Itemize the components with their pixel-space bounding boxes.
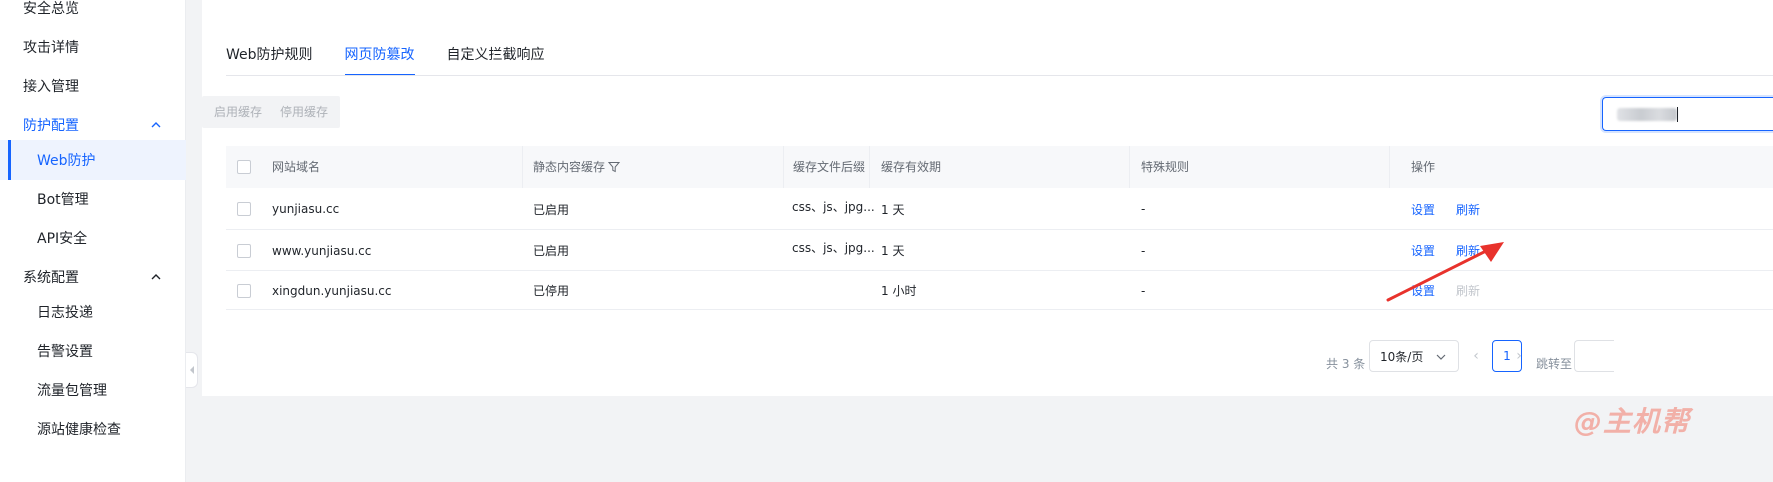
cell-cache-ttl: 1 小时 [881,284,917,298]
header-special-rules: 特殊规则 [1141,160,1190,174]
cell-cache-status: 已启用 [533,202,570,217]
chevron-down-icon [1436,354,1446,360]
tab-web-protection-rules[interactable]: Web防护规则 [226,40,313,76]
cell-domain: yunjiasu.cc [272,202,340,216]
sidebar-item-label: 接入管理 [23,79,79,95]
sidebar-group-protection-config[interactable]: 防护配置 [0,105,186,145]
cell-special-rule: - [1141,243,1146,258]
column-divider [783,146,784,188]
sidebar-item-label: 源站健康检查 [37,422,121,438]
sidebar-item-label: 告警设置 [37,344,93,360]
cell-cache-ttl: 1 天 [881,202,905,217]
sidebar-item-label: API安全 [37,231,88,247]
row-checkbox[interactable] [237,188,251,230]
tabs-divider [226,75,1773,76]
redacted-search-text [1617,108,1677,121]
chevron-up-icon [151,122,161,128]
sidebar-item-alert-settings[interactable]: 告警设置 [0,331,186,371]
sidebar-item-api-security[interactable]: API安全 [0,218,186,258]
sidebar-group-system-config[interactable]: 系统配置 [0,257,186,297]
sidebar-item-label: 流量包管理 [37,383,107,399]
sidebar-item-origin-health-check[interactable]: 源站健康检查 [0,409,186,449]
cell-special-rule: - [1141,283,1146,298]
filter-icon[interactable] [608,161,620,173]
table-row: yunjiasu.cc 已启用 css、js、jpg... 1 天 - 设置 刷… [226,188,1773,230]
main-panel: Web防护规则 网页防篡改 自定义拦截响应 启用缓存 停用缓存 网站域名 静态内… [202,0,1773,396]
sidebar-item-label: 日志投递 [37,305,93,321]
table-row: xingdun.yunjiasu.cc 已停用 1 小时 - 设置 刷新 [226,271,1773,310]
sidebar-item-label: Bot管理 [37,192,89,208]
refresh-link[interactable]: 刷新 [1456,188,1480,230]
sidebar-item-label: 防护配置 [23,118,79,134]
jump-to-input[interactable] [1574,340,1614,372]
cell-cache-suffix: css、js、jpg... [792,199,875,214]
tab-custom-block-response[interactable]: 自定义拦截响应 [447,40,545,76]
cell-domain: www.yunjiasu.cc [272,243,372,258]
enable-cache-button[interactable]: 启用缓存 [202,96,275,128]
page-size-value: 10条/页 [1380,349,1424,364]
tab-web-tamper-protection[interactable]: 网页防篡改 [344,40,415,76]
annotation-arrow-icon [1386,242,1504,302]
sidebar-item-log-delivery[interactable]: 日志投递 [0,292,186,332]
header-static-cache: 静态内容缓存 [533,146,605,188]
text-cursor [1677,107,1678,122]
cell-cache-suffix: css、js、jpg... [792,241,875,255]
chevron-up-icon [151,274,161,280]
cell-cache-ttl: 1 天 [881,244,905,258]
header-cache-suffix: 缓存文件后缀 [793,160,866,174]
page-size-select[interactable]: 10条/页 [1369,340,1459,372]
sidebar-item-security-overview[interactable]: 安全总览 [0,0,186,28]
sidebar-item-bot-management[interactable]: Bot管理 [0,179,186,219]
column-divider [1389,146,1390,188]
column-divider [522,146,523,188]
prev-page-button[interactable]: ‹ [1464,340,1488,372]
column-divider [869,146,870,188]
table-row: www.yunjiasu.cc 已启用 css、js、jpg... 1 天 - … [226,230,1773,271]
select-all-checkbox[interactable] [237,160,251,174]
column-divider [1129,146,1130,188]
chevron-left-icon [189,366,194,374]
tab-bar: Web防护规则 网页防篡改 自定义拦截响应 [226,40,577,76]
sidebar-item-access-management[interactable]: 接入管理 [0,66,186,106]
cell-domain: xingdun.yunjiasu.cc [272,283,392,298]
sidebar-item-web-protection[interactable]: Web防护 [0,140,186,180]
search-input[interactable] [1602,97,1773,131]
disable-cache-button[interactable]: 停用缓存 [268,96,341,128]
row-checkbox[interactable] [237,230,251,271]
sidebar: 安全总览 攻击详情 接入管理 防护配置 Web防护 Bot管理 API安全 系统… [0,0,186,482]
sidebar-item-label: 系统配置 [23,270,79,286]
header-cache-ttl: 缓存有效期 [881,160,942,174]
settings-link[interactable]: 设置 [1411,188,1435,230]
cell-special-rule: - [1141,202,1146,216]
header-static-cache-label: 静态内容缓存 [533,160,606,174]
pagination-total: 共 3 条 [1326,357,1366,371]
row-checkbox[interactable] [237,271,251,310]
sidebar-collapse-handle[interactable] [186,352,198,388]
next-page-button[interactable]: › [1507,340,1531,372]
sidebar-item-label: 攻击详情 [23,40,79,56]
header-domain: 网站域名 [272,160,321,174]
jump-to-label: 跳转至 [1536,357,1573,371]
table-header: 网站域名 静态内容缓存 缓存文件后缀 缓存有效期 特殊规则 操作 [226,146,1773,188]
sidebar-item-attack-details[interactable]: 攻击详情 [0,27,186,67]
cell-cache-status: 已启用 [533,244,570,258]
header-actions: 操作 [1411,160,1436,174]
sidebar-item-label: Web防护 [37,153,96,169]
sidebar-item-label: 安全总览 [23,1,79,17]
cell-cache-status: 已停用 [533,284,570,298]
sidebar-item-traffic-package[interactable]: 流量包管理 [0,370,186,410]
watermark-logo: @主机帮 [1574,405,1691,438]
